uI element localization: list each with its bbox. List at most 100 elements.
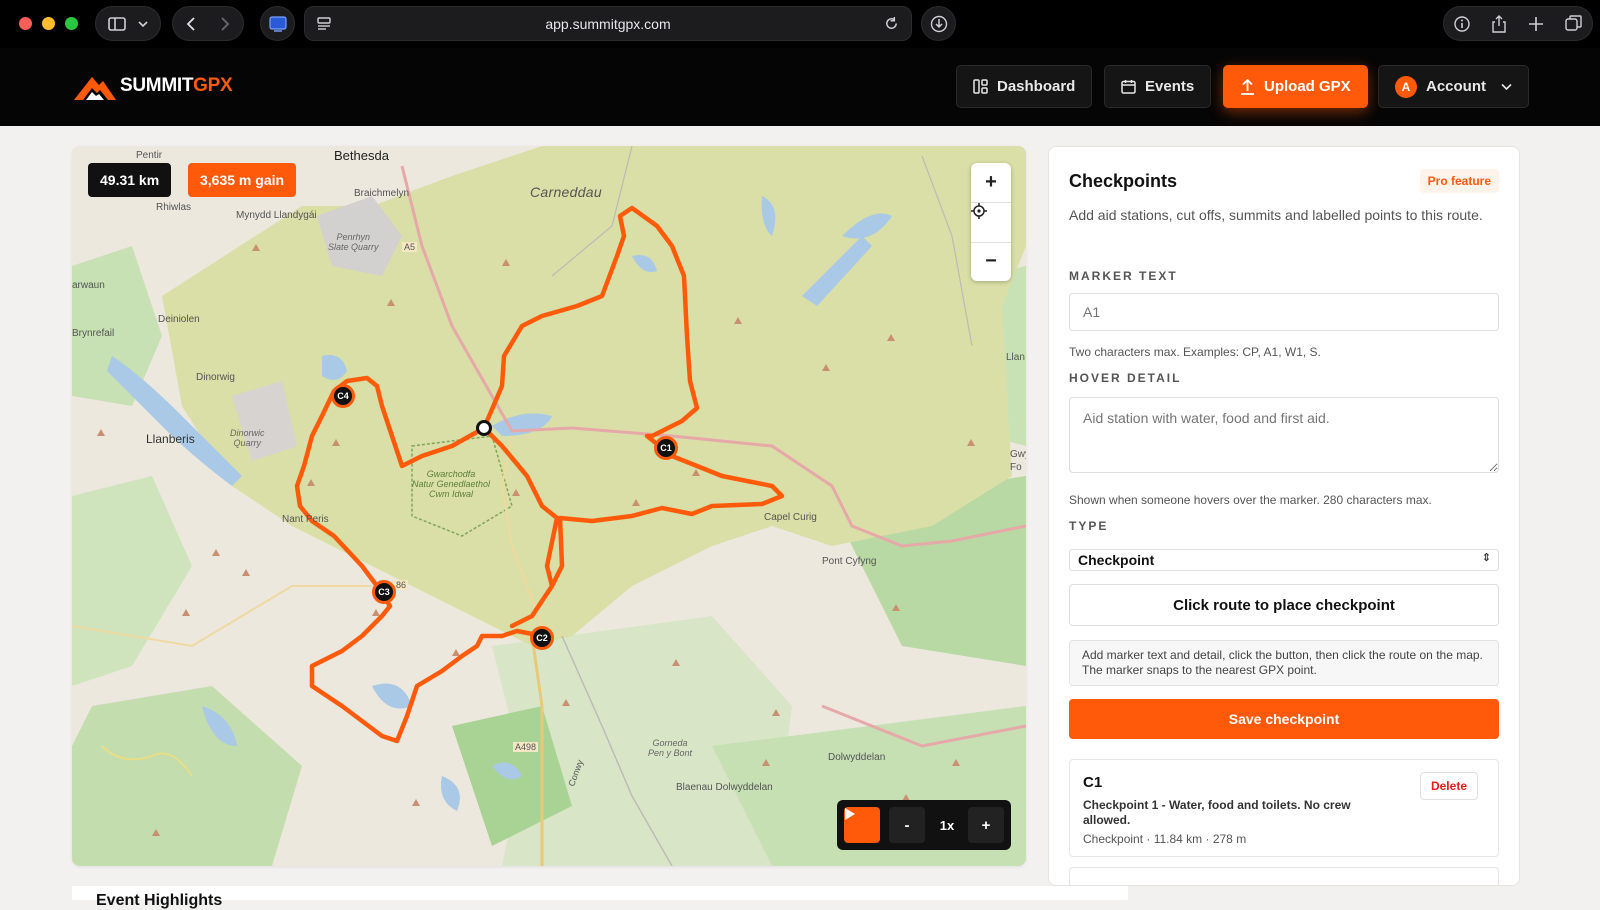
elevation-gain-badge: 3,635 m gain <box>188 163 297 197</box>
marker-text-label: MARKER TEXT <box>1069 269 1178 283</box>
instructions-box: Add marker text and detail, click the bu… <box>1069 640 1499 686</box>
close-window-button[interactable] <box>19 17 32 30</box>
map-label-dinorwig: Dinorwig <box>196 372 235 383</box>
speed-display: 1x <box>939 817 955 833</box>
zoom-out-button[interactable]: − <box>971 242 1011 281</box>
play-icon <box>845 808 855 820</box>
tab-favicon-button[interactable] <box>260 6 295 41</box>
checkpoints-panel: Checkpoints Pro feature Add aid stations… <box>1048 146 1520 886</box>
map-label-gorneda: Gorneda Pen y Bont <box>648 738 693 758</box>
upload-gpx-label: Upload GPX <box>1264 78 1351 95</box>
avatar: A <box>1395 75 1417 98</box>
distance-badge: 49.31 km <box>88 163 172 197</box>
delete-checkpoint-button[interactable]: Delete <box>1419 772 1478 800</box>
dashboard-button[interactable]: Dashboard <box>956 65 1093 108</box>
checkpoint-meta: Checkpoint · 11.84 km · 278 m <box>1083 832 1247 846</box>
map-label-llan: Llan <box>1006 352 1025 363</box>
checkpoint-marker-c4[interactable]: C4 <box>331 384 355 408</box>
map-label-penrhyn: Penrhyn Slate Quarry <box>328 232 379 252</box>
sidebar-toggle-button[interactable] <box>95 6 161 41</box>
downloads-button[interactable] <box>921 6 956 41</box>
download-icon <box>930 15 947 32</box>
events-label: Events <box>1145 78 1195 95</box>
map-label-nant-peris: Nant Peris <box>282 514 329 525</box>
panel-title: Checkpoints <box>1069 171 1178 191</box>
map-label-capel-curig: Capel Curig <box>764 512 817 523</box>
map-label-gwy: Gwy Fo <box>1010 449 1026 473</box>
route-map[interactable]: Pentir Bethesda Rhiwlas Braichmelyn Myny… <box>72 146 1026 866</box>
app-header: SUMMITGPX Dashboard Events Upload GPX A … <box>0 48 1600 126</box>
chevron-down-icon <box>1501 83 1512 90</box>
zoom-in-button[interactable]: + <box>971 163 1011 202</box>
marker-text-input[interactable] <box>1069 293 1499 331</box>
dashboard-label: Dashboard <box>997 78 1076 95</box>
history-nav <box>172 6 244 41</box>
url-text: app.summitgpx.com <box>545 16 671 32</box>
map-label-deiniolen: Deiniolen <box>158 314 200 325</box>
account-menu-button[interactable]: A Account <box>1378 65 1529 108</box>
dashboard-icon <box>973 79 988 94</box>
events-button[interactable]: Events <box>1104 65 1212 108</box>
map-label-bethesda: Bethesda <box>334 148 389 163</box>
map-label-a86: 86 <box>394 580 409 590</box>
checkpoint-marker-c3[interactable]: C3 <box>372 580 396 604</box>
logo-accent-text: GPX <box>193 75 233 96</box>
address-bar[interactable]: app.summitgpx.com <box>304 6 912 41</box>
back-icon[interactable] <box>186 16 196 31</box>
new-tab-icon[interactable] <box>1528 16 1544 32</box>
map-label-rhiwlas: Rhiwlas <box>156 202 192 213</box>
checkpoint-card-partial <box>1069 867 1499 885</box>
map-label-dolwyddelan: Dolwyddelan <box>828 752 886 763</box>
map-label-arwaun: arwaun <box>72 280 105 291</box>
mountain-logo-icon <box>74 77 116 100</box>
map-label-blaenau: Blaenau Dolwyddelan <box>676 782 773 793</box>
calendar-icon <box>1121 80 1136 94</box>
map-label-carneddau: Carneddau <box>530 184 602 200</box>
minimize-window-button[interactable] <box>42 17 55 30</box>
next-section: Event Highlights <box>72 886 1128 909</box>
map-label-pont-cyfyng: Pont Cyfyng <box>822 556 877 567</box>
summitgpx-logo[interactable]: SUMMITGPX <box>72 70 233 102</box>
reload-icon[interactable] <box>884 16 899 31</box>
screen-icon <box>268 15 287 32</box>
checkpoint-code: C1 <box>1083 774 1103 791</box>
tabs-overview-icon[interactable] <box>1564 15 1582 32</box>
chevron-down-icon <box>138 20 148 27</box>
checkpoint-marker-c2[interactable]: C2 <box>530 626 554 650</box>
save-checkpoint-button[interactable]: Save checkpoint <box>1069 699 1499 739</box>
select-arrows-icon: ⇕ <box>1481 552 1491 564</box>
checkpoint-card: C1 Checkpoint 1 - Water, food and toilet… <box>1069 759 1499 857</box>
forward-icon[interactable] <box>220 16 230 31</box>
checkpoint-description: Checkpoint 1 - Water, food and toilets. … <box>1083 798 1351 827</box>
hover-detail-label: HOVER DETAIL <box>1069 371 1182 385</box>
logo-primary-text: SUMMIT <box>120 75 194 96</box>
maximize-window-button[interactable] <box>65 17 78 30</box>
upload-gpx-button[interactable]: Upload GPX <box>1223 65 1368 108</box>
next-section-heading: Event Highlights <box>96 892 223 909</box>
map-label-a5: A5 <box>402 242 418 252</box>
map-label-dinorwic: Dinorwic Quarry <box>230 428 265 448</box>
map-label-gwarchodfa: Gwarchodfa Natur Genedlaethol Cwm Idwal <box>412 469 491 499</box>
zoom-control: + − <box>971 163 1011 281</box>
type-select[interactable]: Checkpoint ⇕ <box>1069 549 1499 571</box>
map-label-braichmelyn: Braichmelyn <box>354 188 410 199</box>
map-label-a498: A498 <box>513 742 539 752</box>
map-label-llanberis: Llanberis <box>146 432 195 446</box>
type-select-value: Checkpoint <box>1078 552 1155 568</box>
account-label: Account <box>1426 78 1486 95</box>
type-label: TYPE <box>1069 519 1109 533</box>
hover-detail-textarea[interactable] <box>1069 397 1499 473</box>
playback-controls: - 1x + <box>837 800 1011 850</box>
share-icon[interactable] <box>1491 14 1507 33</box>
crosshair-icon <box>971 203 987 219</box>
upload-icon <box>1241 78 1254 95</box>
browser-actions <box>1443 6 1593 41</box>
info-icon[interactable] <box>1454 15 1471 32</box>
speed-up-button[interactable]: + <box>968 807 1004 843</box>
locate-button[interactable] <box>971 203 1011 242</box>
start-marker[interactable] <box>476 420 492 436</box>
place-checkpoint-button[interactable]: Click route to place checkpoint <box>1069 584 1499 626</box>
play-button[interactable] <box>844 807 880 843</box>
checkpoint-marker-c1[interactable]: C1 <box>654 436 678 460</box>
speed-down-button[interactable]: - <box>889 807 925 843</box>
